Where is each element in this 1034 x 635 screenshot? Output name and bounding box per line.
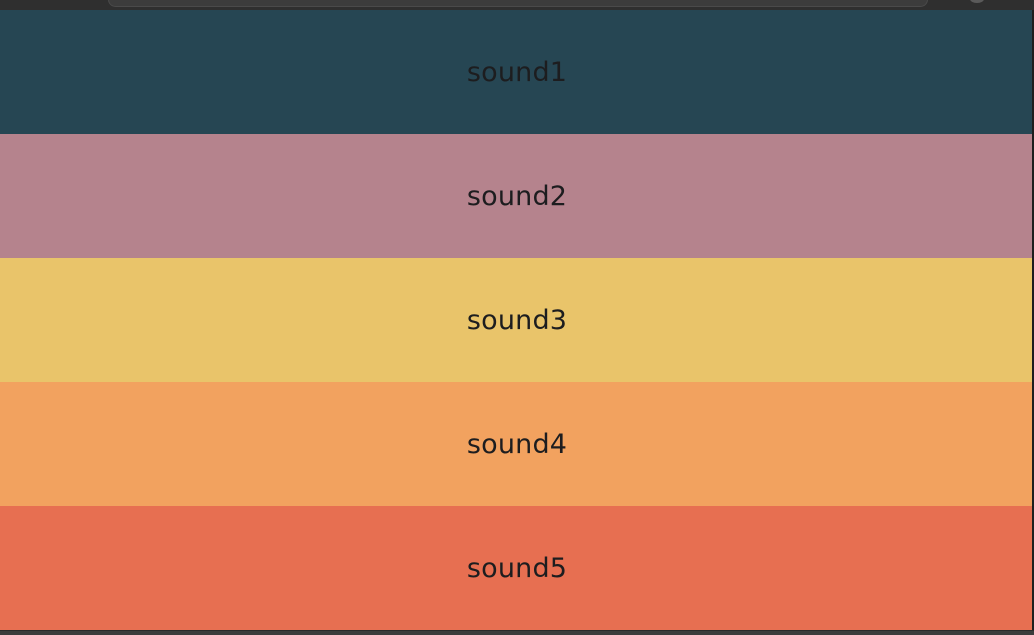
sound-button-label: sound5 xyxy=(466,552,568,584)
sound-button-label: sound1 xyxy=(466,56,568,88)
sound-button-5[interactable]: sound5 xyxy=(0,506,1034,630)
sound-button-list: sound1 sound2 sound3 sound4 sound5 xyxy=(0,10,1034,630)
address-bar[interactable] xyxy=(108,0,928,7)
sound-button-label: sound4 xyxy=(466,428,568,460)
ide-status-bar xyxy=(0,630,1034,635)
sound-button-4[interactable]: sound4 xyxy=(0,382,1034,506)
sound-button-3[interactable]: sound3 xyxy=(0,258,1034,382)
sound-button-2[interactable]: sound2 xyxy=(0,134,1034,258)
window-top-bar xyxy=(0,0,1034,10)
sound-button-label: sound3 xyxy=(466,304,568,336)
window-control-icon[interactable] xyxy=(970,0,984,3)
sound-button-label: sound2 xyxy=(466,180,568,212)
sound-button-1[interactable]: sound1 xyxy=(0,10,1034,134)
